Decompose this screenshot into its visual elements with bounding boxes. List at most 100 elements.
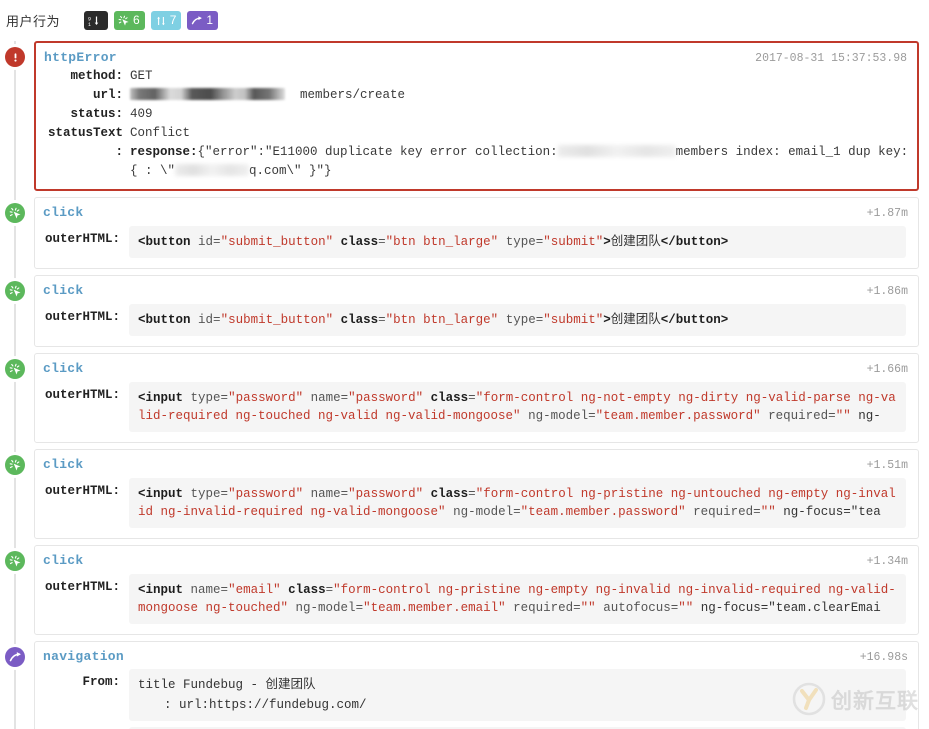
field-value: members/create [130,86,909,105]
svg-text:1: 1 [88,22,91,27]
field-value: response:{"error":"E11000 duplicate key … [130,143,909,162]
field-value: Conflict [130,126,191,140]
field-response: : response:{"error":"E11000 duplicate ke… [44,143,909,162]
navigation-to-row: To: url: https://fundebug.com/team/creat… [35,724,918,729]
event-type-label: httpError [44,50,117,65]
navigation-from-value: title Fundebug - 创建团队 : url:https://funde… [129,669,906,721]
event-click-1[interactable]: click +1.87m outerHTML: <button id="subm… [0,197,919,269]
error-icon [5,47,25,67]
outer-html-row: outerHTML: <input type="password" name="… [35,474,918,538]
event-card: click +1.66m outerHTML: <input type="pas… [34,353,919,443]
navigation-icon [5,647,25,667]
click-icon [5,551,25,571]
event-click-2[interactable]: click +1.86m outerHTML: <button id="subm… [0,275,919,347]
outer-html-code[interactable]: <button id="submit_button" class="btn bt… [129,304,906,336]
event-timestamp: 2017-08-31 15:37:53.98 [755,52,907,65]
navigation-from-key: From: [82,675,120,689]
event-header: navigation +16.98s [35,642,918,666]
outer-html-row: outerHTML: <button id="submit_button" cl… [35,300,918,346]
event-type-label: click [43,553,84,568]
sort-icon: 9 1 [88,15,100,27]
badge-sort[interactable]: 9 1 [84,11,109,30]
event-click-3[interactable]: click +1.66m outerHTML: <input type="pas… [0,353,919,443]
event-click-4[interactable]: click +1.51m outerHTML: <input type="pas… [0,449,919,539]
field-status: status: 409 [44,105,909,124]
outer-html-key: outerHTML: [44,388,120,402]
outer-html-code[interactable]: <input name="email" class="form-control … [129,574,906,624]
field-value-text: members/create [300,88,406,102]
field-value: GET [130,69,153,83]
response-part-d: q.com\" }"} [249,164,332,178]
redacted-url [130,88,285,100]
event-type-label: click [43,283,84,298]
click-icon [5,359,25,379]
event-timestamp: +1.51m [866,459,908,472]
outer-html-row: outerHTML: <input name="email" class="fo… [35,570,918,634]
field-status-text: statusText Conflict [44,124,909,143]
field-url: url: members/create [44,86,909,105]
event-click-5[interactable]: click +1.34m outerHTML: <input name="ema… [0,545,919,635]
event-timestamp: +1.86m [866,285,908,298]
event-type-label: click [43,457,84,472]
field-key: statusText [47,126,123,140]
navigation-from-title: title Fundebug - 创建团队 [138,678,316,692]
badge-group: 9 1 6 7 1 [84,11,219,30]
field-value: { : \" q.com\" }"} [130,162,909,181]
response-part-c: { : \" [130,164,176,178]
field-key: method: [70,69,123,83]
event-header: click +1.66m [35,354,918,378]
event-header: click +1.87m [35,198,918,222]
field-method: method: GET [44,67,909,86]
outer-html-code[interactable]: <button id="submit_button" class="btn bt… [129,226,906,258]
badge-navigation-count: 1 [206,13,214,27]
event-header: click +1.86m [35,276,918,300]
event-type-label: click [43,361,84,376]
click-icon [118,15,130,27]
event-card: click +1.87m outerHTML: <button id="subm… [34,197,919,269]
event-header: httpError 2017-08-31 15:37:53.98 [36,43,917,67]
event-header: click +1.34m [35,546,918,570]
response-part-b: members index: email_1 dup key: [675,145,909,159]
event-http-error[interactable]: httpError 2017-08-31 15:37:53.98 method:… [0,41,919,191]
event-card: click +1.34m outerHTML: <input name="ema… [34,545,919,635]
response-part-a: {"error":"E11000 duplicate key error col… [197,145,558,159]
navigation-from-row: From: title Fundebug - 创建团队 : url:https:/… [35,666,918,724]
event-card: navigation +16.98s From: title Fundebug … [34,641,919,729]
navigation-from-url: : url:https://fundebug.com/ [164,698,367,712]
field-key: : [115,145,123,159]
event-timestamp: +1.87m [866,207,908,220]
outer-html-key: outerHTML: [44,310,120,324]
event-timestamp: +1.34m [866,555,908,568]
outer-html-key: outerHTML: [44,484,120,498]
event-type-label: navigation [43,649,125,664]
outer-html-key: outerHTML: [44,232,120,246]
event-header: click +1.51m [35,450,918,474]
event-timeline: httpError 2017-08-31 15:37:53.98 method:… [0,41,929,729]
event-card: httpError 2017-08-31 15:37:53.98 method:… [34,41,919,191]
outer-html-row: outerHTML: <button id="submit_button" cl… [35,222,918,268]
field-key: status: [70,107,123,121]
click-icon [5,203,25,223]
redacted-email [175,164,250,176]
outer-html-code[interactable]: <input type="password" name="password" c… [129,478,906,528]
event-type-label: click [43,205,84,220]
badge-click-count: 6 [133,13,140,27]
redacted-collection [557,145,676,157]
network-icon [155,15,167,27]
event-card: click +1.86m outerHTML: <button id="subm… [34,275,919,347]
event-navigation[interactable]: navigation +16.98s From: title Fundebug … [0,641,919,729]
click-icon [5,455,25,475]
field-response-cont: { : \" q.com\" }"} [44,162,909,181]
badge-click[interactable]: 6 [114,11,145,30]
badge-navigation[interactable]: 1 [187,11,219,30]
navigation-icon [191,15,203,27]
toolbar: 用户行为 9 1 6 7 1 [0,0,929,41]
outer-html-key: outerHTML: [44,580,120,594]
event-card: click +1.51m outerHTML: <input type="pas… [34,449,919,539]
panel-title: 用户行为 [6,14,61,29]
outer-html-code[interactable]: <input type="password" name="password" c… [129,382,906,432]
badge-network-count: 7 [169,13,177,27]
field-key: url: [92,88,123,102]
field-value: 409 [130,107,153,121]
badge-network[interactable]: 7 [150,11,182,30]
